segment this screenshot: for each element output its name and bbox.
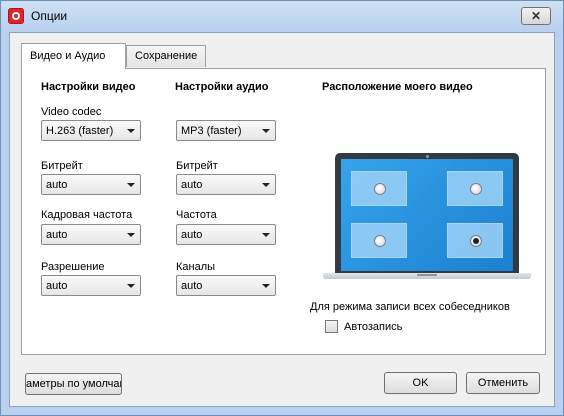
audio-bitrate-select[interactable]: auto (176, 174, 276, 195)
audio-channels-select[interactable]: auto (176, 275, 276, 296)
position-radio-top-left[interactable] (374, 183, 386, 195)
audio-frequency-label: Частота (176, 209, 217, 221)
video-bitrate-select[interactable]: auto (41, 174, 141, 195)
video-codec-label: Video codec (41, 106, 102, 118)
video-bitrate-value: auto (46, 179, 68, 191)
autorecord-label[interactable]: Автозапись (344, 321, 402, 333)
webcam-dot (426, 155, 429, 158)
position-slot-bottom-left[interactable] (351, 223, 407, 258)
ok-button[interactable]: OK (384, 372, 457, 394)
chevron-down-icon (262, 183, 270, 187)
audio-codec-select[interactable]: MP3 (faster) (176, 120, 276, 141)
close-button[interactable]: ✕ (521, 7, 551, 25)
chevron-down-icon (127, 129, 135, 133)
video-framerate-select[interactable]: auto (41, 224, 141, 245)
video-settings-heading: Настройки видео (41, 81, 136, 93)
audio-bitrate-label: Битрейт (176, 160, 218, 172)
audio-codec-value: MP3 (faster) (181, 125, 242, 137)
laptop-notch (417, 274, 437, 276)
window-title: Опции (31, 9, 68, 23)
video-bitrate-label: Битрейт (41, 160, 83, 172)
app-logo-icon (8, 8, 24, 24)
audio-frequency-value: auto (181, 229, 203, 241)
audio-settings-heading: Настройки аудио (175, 81, 269, 93)
audio-frequency-select[interactable]: auto (176, 224, 276, 245)
video-codec-select[interactable]: H.263 (faster) (41, 120, 141, 141)
video-resolution-select[interactable]: auto (41, 275, 141, 296)
position-slot-top-right[interactable] (447, 171, 503, 206)
audio-channels-label: Каналы (176, 261, 216, 273)
position-radio-bottom-left[interactable] (374, 235, 386, 247)
laptop-preview (323, 153, 531, 283)
position-slot-top-left[interactable] (351, 171, 407, 206)
position-radio-bottom-right[interactable] (470, 235, 482, 247)
video-resolution-value: auto (46, 280, 68, 292)
tab-saving[interactable]: Сохранение (126, 45, 206, 67)
title-bar[interactable]: Опции ✕ (1, 1, 563, 31)
chevron-down-icon (127, 233, 135, 237)
dialog-client-area: Видео и Аудио Сохранение Настройки видео… (9, 32, 555, 407)
chevron-down-icon (262, 129, 270, 133)
tab-video-audio[interactable]: Видео и Аудио (21, 43, 126, 69)
chevron-down-icon (262, 284, 270, 288)
laptop-screen (341, 159, 513, 271)
tab-panel-video-audio: Настройки видео Video codec H.263 (faste… (21, 68, 546, 355)
video-resolution-label: Разрешение (41, 261, 105, 273)
chevron-down-icon (262, 233, 270, 237)
video-codec-value: H.263 (faster) (46, 125, 114, 137)
autorecord-checkbox[interactable] (325, 320, 338, 333)
video-position-heading: Расположение моего видео (322, 81, 473, 93)
video-framerate-value: auto (46, 229, 68, 241)
audio-channels-value: auto (181, 280, 203, 292)
chevron-down-icon (127, 284, 135, 288)
laptop-bezel (335, 153, 519, 273)
record-all-label: Для режима записи всех собеседников (310, 301, 510, 313)
position-radio-top-right[interactable] (470, 183, 482, 195)
cancel-button[interactable]: Отменить (466, 372, 540, 394)
defaults-button[interactable]: аметры по умолчан (25, 373, 122, 395)
options-window: Опции ✕ Видео и Аудио Сохранение Настрой… (0, 0, 564, 416)
position-slot-bottom-right[interactable] (447, 223, 503, 258)
video-framerate-label: Кадровая частота (41, 209, 133, 221)
chevron-down-icon (127, 183, 135, 187)
audio-bitrate-value: auto (181, 179, 203, 191)
